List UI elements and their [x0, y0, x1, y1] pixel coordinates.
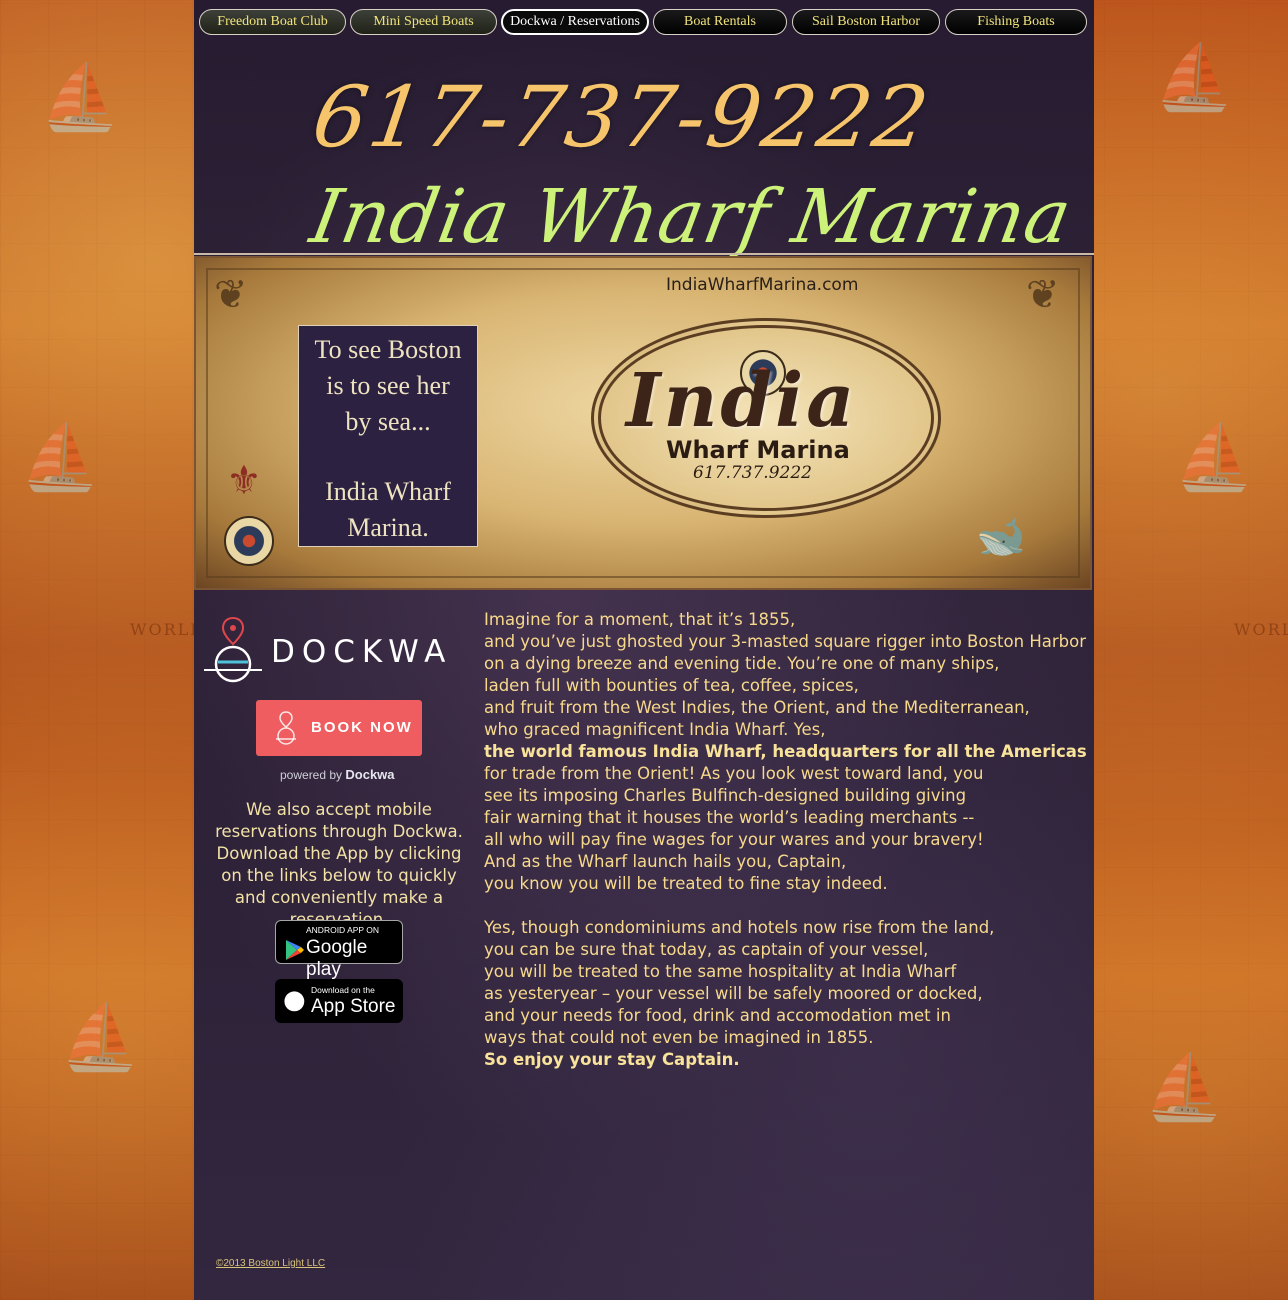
story-line: laden full with bounties of tea, coffee,…: [484, 676, 859, 695]
motto-line: Marina.: [347, 513, 429, 542]
powered-prefix: powered by: [280, 768, 343, 782]
story-line: you know you will be treated to fine sta…: [484, 874, 888, 893]
story-line: all who will pay fine wages for your war…: [484, 830, 984, 849]
dockwa-pin-icon: [204, 616, 262, 683]
nav-freedom-boat-club[interactable]: Freedom Boat Club: [199, 9, 346, 35]
cartouche-phone: 617.737.9222: [693, 463, 812, 483]
map-word: WORLD: [1234, 620, 1288, 639]
nav-boat-rentals[interactable]: Boat Rentals: [653, 9, 787, 35]
dockwa-pin-icon: [276, 711, 296, 745]
nav-dockwa-reservations[interactable]: Dockwa / Reservations: [501, 9, 649, 35]
story-line: Imagine for a moment, that it’s 1855,: [484, 610, 796, 629]
google-play-badge[interactable]: ANDROID APP ON Google play: [275, 920, 403, 980]
ship-icon: ⛵: [60, 1001, 140, 1075]
ship-icon: ⛵: [1174, 421, 1254, 495]
apple-icon: ●: [283, 985, 306, 1015]
google-badge-small: ANDROID APP ON: [306, 925, 380, 935]
story-line: on a dying breeze and evening tide. You’…: [484, 654, 1000, 673]
motto-line: is to see her: [326, 371, 450, 400]
book-now-button[interactable]: BOOK NOW: [256, 700, 422, 756]
site-title: India Wharf Marina: [304, 174, 1078, 260]
story-line: you will be treated to the same hospital…: [484, 962, 957, 981]
google-play-icon: [286, 940, 304, 960]
mobile-reservations-text: We also accept mobile reservations throu…: [215, 800, 463, 929]
story-text: Imagine for a moment, that it’s 1855, an…: [484, 609, 1087, 1071]
story-line: for trade from the Orient! As you look w…: [484, 764, 984, 783]
sea-creature-icon: 🐋: [976, 514, 1026, 560]
story-line: Yes, though condominiums and hotels now …: [484, 918, 995, 937]
motto-line: by sea...: [345, 407, 431, 436]
story-line: who graced magnificent India Wharf. Yes,: [484, 720, 826, 739]
ship-icon: ⛵: [1154, 41, 1234, 115]
powered-by: powered by Dockwa: [280, 767, 395, 782]
story-line: and you’ve just ghosted your 3-masted sq…: [484, 632, 1086, 651]
apple-badge-small: Download on the: [311, 985, 375, 995]
compass-rose-icon: [224, 516, 274, 566]
book-now-label: BOOK NOW: [311, 719, 413, 736]
cherub-corner-icon: ❦: [1026, 272, 1060, 318]
left-map-background: ⛵ ⛵ ⛵ WORLD: [0, 0, 203, 1300]
story-line: as yesteryear – your vessel will be safe…: [484, 984, 983, 1003]
ship-icon: ⛵: [1144, 1051, 1224, 1125]
story-line: fair warning that it houses the world’s …: [484, 808, 975, 827]
ship-icon: ⛵: [40, 61, 120, 135]
header-divider: [194, 253, 1094, 255]
banner-url: IndiaWharfMarina.com: [666, 275, 859, 295]
nav-mini-speed-boats[interactable]: Mini Speed Boats: [350, 9, 497, 35]
story-line: see its imposing Charles Bulfinch-design…: [484, 786, 967, 805]
cherub-corner-icon: ❦: [214, 272, 248, 318]
apple-badge-big: App Store: [311, 996, 396, 1017]
main-column: Freedom Boat Club Mini Speed Boats Dockw…: [194, 0, 1094, 1300]
powered-brand: Dockwa: [345, 767, 395, 782]
google-badge-big: Google play: [306, 937, 368, 980]
motto-line: [299, 440, 477, 474]
story-line: and your needs for food, drink and accom…: [484, 1006, 951, 1025]
copyright-link[interactable]: ©2013 Boston Light LLC: [216, 1258, 325, 1269]
ship-icon: ⛵: [20, 421, 100, 495]
phone-number-heading: 617-737-9222: [307, 68, 937, 166]
story-line: And as the Wharf launch hails you, Capta…: [484, 852, 847, 871]
story-line: and fruit from the West Indies, the Orie…: [484, 698, 1030, 717]
story-line: you can be sure that today, as captain o…: [484, 940, 929, 959]
fleur-de-lis-icon: ⚜: [226, 458, 262, 504]
top-nav: Freedom Boat Club Mini Speed Boats Dockw…: [194, 8, 1094, 38]
hero-banner: ❦ ❦ ⚜ 🐋 IndiaWharfMarina.com India Wharf…: [194, 256, 1092, 590]
motto-line: To see Boston: [314, 335, 462, 364]
cartouche-title: India: [626, 358, 858, 444]
nav-fishing-boats[interactable]: Fishing Boats: [945, 9, 1087, 35]
dockwa-wordmark: DOCKWA: [271, 634, 453, 670]
story-line: ways that could not even be imagined in …: [484, 1028, 874, 1047]
cartouche-subtitle: Wharf Marina: [666, 436, 850, 464]
nav-sail-boston-harbor[interactable]: Sail Boston Harbor: [792, 9, 940, 35]
story-closing-line: So enjoy your stay Captain.: [484, 1050, 740, 1069]
app-store-badge[interactable]: ● Download on the App Store: [275, 979, 403, 1023]
right-map-background: ⛵ ⛵ ⛵ WORLD: [1094, 0, 1288, 1300]
motto-box: To see Boston is to see her by sea... In…: [298, 325, 478, 547]
motto-line: India Wharf: [325, 477, 451, 506]
story-line-highlight: the world famous India Wharf, headquarte…: [484, 742, 1087, 761]
